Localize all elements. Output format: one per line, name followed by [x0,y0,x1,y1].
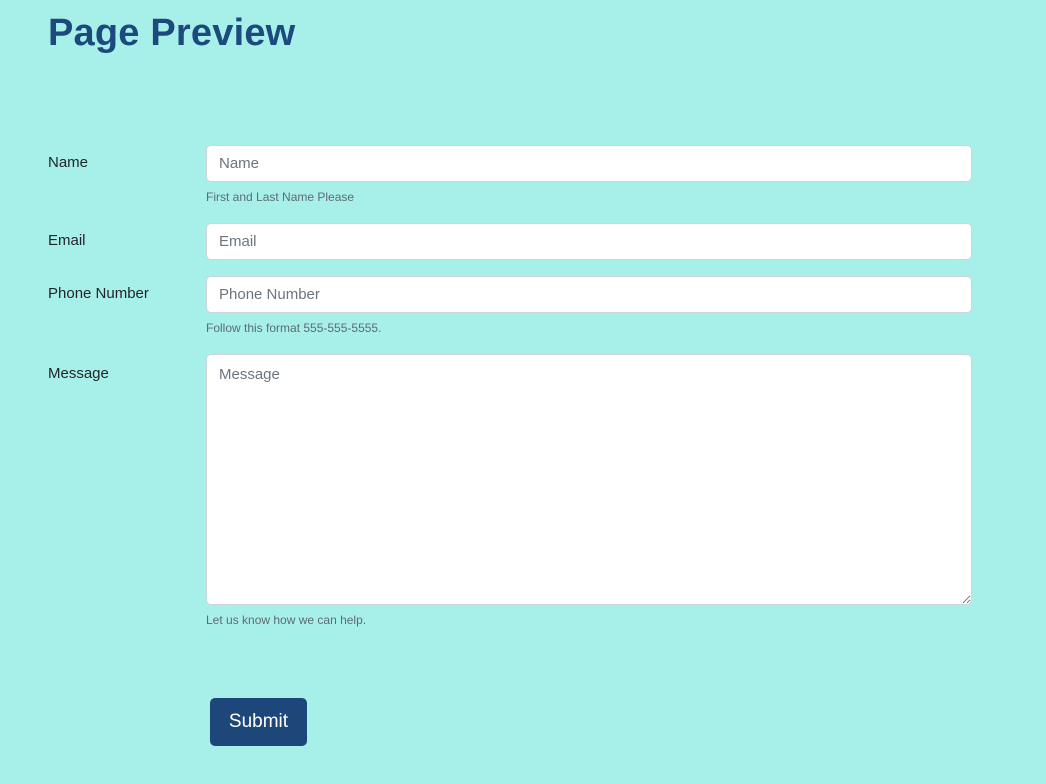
phone-label: Phone Number [48,285,149,302]
name-input[interactable] [206,145,972,182]
message-textarea[interactable] [206,354,972,605]
submit-button[interactable]: Submit [210,698,307,746]
phone-input[interactable] [206,276,972,313]
message-help-text: Let us know how we can help. [206,613,367,627]
email-label: Email [48,232,86,249]
email-input[interactable] [206,223,972,260]
page-title: Page Preview [48,12,296,54]
name-label: Name [48,154,89,171]
phone-help-text: Follow this format 555-555-5555. [206,321,382,335]
message-label: Message [48,365,109,382]
name-help-text: First and Last Name Please [206,190,355,204]
